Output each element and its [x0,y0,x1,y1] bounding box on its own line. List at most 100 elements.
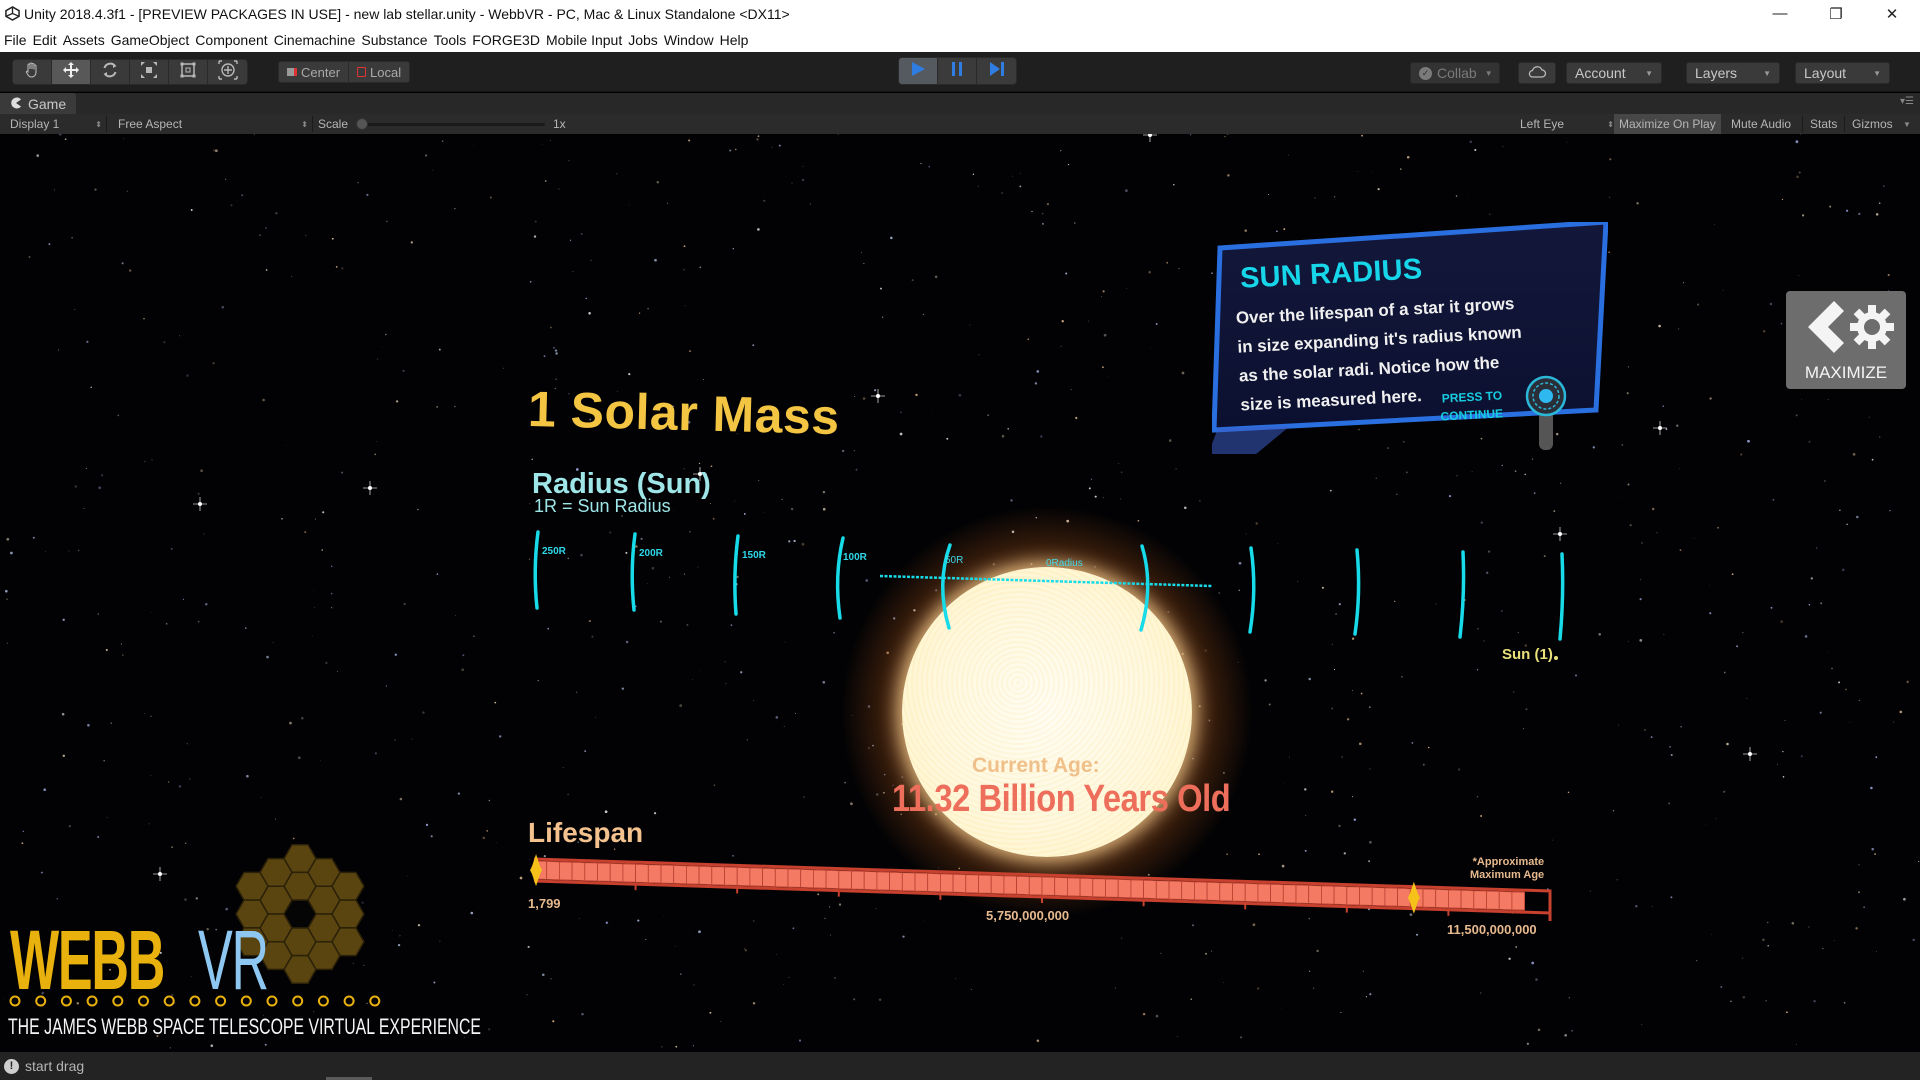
layers-dropdown[interactable]: Layers ▼ [1686,62,1780,84]
lifespan-segment [876,871,890,891]
play-button[interactable] [899,58,938,84]
pivot-local-button[interactable]: Local [349,62,409,82]
lifespan-segment [1181,880,1195,901]
lifespan-segment [571,861,586,882]
maximize-on-play-toggle[interactable]: Maximize On Play [1614,114,1721,134]
local-cube-icon [357,67,367,77]
lifespan-segment [1435,888,1449,909]
play-controls [898,57,1017,85]
game-view-toolbar: Display 1 ⬍ Free Aspect ⬍ Scale 1x Left … [0,114,1920,134]
lifespan-segment [927,872,941,893]
stats-toggle[interactable]: Stats [1810,114,1837,134]
scale-tool-button[interactable] [130,60,169,84]
pause-button[interactable] [938,58,977,84]
panel-menu-icon[interactable]: ▾☰ [1900,96,1914,107]
lifespan-segment [1321,885,1335,905]
transform-tool-button[interactable] [208,60,247,84]
menu-substance[interactable]: Substance [361,32,427,48]
mirror-segment [331,927,365,957]
pivot-center-button[interactable]: Center [279,62,350,82]
lifespan-segment [1130,879,1144,899]
scale-slider-track[interactable] [360,123,545,126]
lifespan-segment [1282,884,1297,904]
lifespan-segment [838,870,852,890]
step-button[interactable] [977,58,1016,84]
divider [106,116,107,132]
window-title-bar: Unity 2018.4.3f1 - [PREVIEW PACKAGES IN … [0,0,1920,27]
scale-icon [140,61,158,84]
lifespan-segment [1371,886,1386,907]
game-tab-strip: Game ▾☰ [0,93,1920,114]
rotate-tool-button[interactable] [91,60,130,84]
transform-icon [217,60,238,84]
game-pacman-icon [10,96,22,112]
lifespan-segment [914,872,929,892]
maximize-button[interactable]: MAXIMIZE [1786,291,1906,389]
chevron-down-icon: ▼ [1763,68,1771,78]
scale-slider-handle[interactable] [356,118,368,130]
account-dropdown[interactable]: Account ▼ [1566,62,1662,84]
lifespan-segment [851,870,865,890]
play-icon [909,60,927,83]
menu-help[interactable]: Help [720,32,749,48]
divider [312,116,313,132]
maximize-label: MAXIMIZE [1804,363,1888,382]
lifespan-segment [1219,882,1233,902]
lifespan-segment [660,864,675,884]
display-dropdown[interactable]: Display 1 ⬍ [10,114,102,134]
menu-mobile-input[interactable]: Mobile Input [546,32,622,48]
lifespan-segment [1295,884,1310,904]
menu-tools[interactable]: Tools [434,32,467,48]
restore-button[interactable]: ❐ [1808,0,1864,27]
rect-tool-button[interactable] [169,60,208,84]
mute-audio-toggle[interactable]: Mute Audio [1731,114,1791,134]
lifespan-segment [698,865,713,886]
lifespan-segment [686,865,700,885]
lifespan-segment [990,874,1005,895]
cloud-button[interactable] [1518,62,1556,84]
gizmos-dropdown-icon[interactable]: ▼ [1903,114,1911,134]
lifespan-segment [940,873,954,893]
display-label: Display 1 [10,117,60,131]
cloud-icon [1527,65,1547,82]
lifespan-segment [584,862,598,882]
close-button[interactable]: ✕ [1864,0,1920,27]
menu-file[interactable]: File [4,32,27,48]
status-message[interactable]: start drag [25,1058,84,1074]
menu-forge3d[interactable]: FORGE3D [472,32,540,48]
approx-note-line-2: Maximum Age [1470,869,1545,881]
window-title: Unity 2018.4.3f1 - [PREVIEW PACKAGES IN … [24,5,790,22]
lifespan-segment [622,863,636,883]
menu-component[interactable]: Component [195,32,267,48]
hand-icon [23,61,41,84]
layout-label: Layout [1804,65,1847,81]
eye-dropdown[interactable]: Left Eye ⬍ [1520,114,1614,134]
lifespan-segment [647,864,662,884]
layout-dropdown[interactable]: Layout ▼ [1795,62,1890,84]
menu-gameobject[interactable]: GameObject [111,32,190,48]
menu-cinemachine[interactable]: Cinemachine [274,32,356,48]
back-gear-icon [1808,301,1894,353]
game-view[interactable]: 1 Solar Mass Radius (Sun) 1R = Sun Radiu… [0,134,1920,1052]
chevron-down-icon: ▼ [1484,68,1493,78]
logo-dot [292,995,304,1007]
menu-edit[interactable]: Edit [33,32,57,48]
hand-tool-button[interactable] [13,60,52,84]
lifespan-segment [1511,891,1525,911]
approx-note-line-1: *Approximate [1472,856,1545,868]
minimize-button[interactable]: — [1752,0,1808,27]
lifespan-segment [1168,880,1183,900]
lifespan-segment [1206,881,1221,902]
menu-assets[interactable]: Assets [63,32,105,48]
aspect-dropdown[interactable]: Free Aspect ⬍ [118,114,308,134]
move-tool-button[interactable] [52,60,91,84]
chevron-down-icon: ▼ [1873,68,1881,78]
lifespan-segment [952,873,967,894]
collab-dropdown[interactable]: ✓ Collab ▼ [1410,62,1500,84]
lifespan-segment [965,874,979,894]
menu-jobs[interactable]: Jobs [628,32,658,48]
menu-window[interactable]: Window [664,32,714,48]
tab-game[interactable]: Game [0,93,77,114]
lifespan-segment [1003,875,1017,895]
gizmos-toggle[interactable]: Gizmos [1852,114,1893,134]
